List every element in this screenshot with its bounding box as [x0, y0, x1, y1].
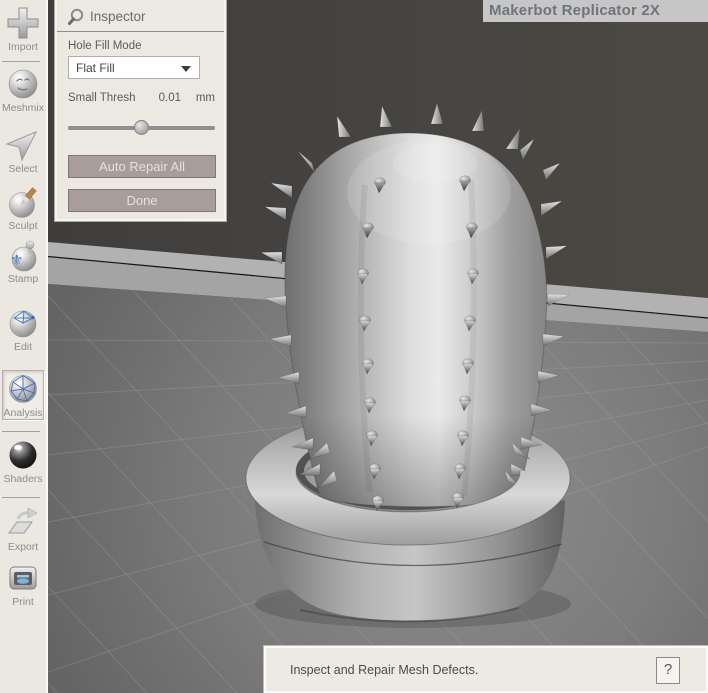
import-plus-icon: [5, 5, 41, 41]
hole-fill-dropdown-value: Flat Fill: [76, 61, 115, 75]
sidebar-item-meshmix[interactable]: Meshmix: [0, 66, 46, 114]
sidebar-item-select[interactable]: Select: [0, 127, 46, 175]
sidebar-item-edit[interactable]: Edit: [0, 305, 46, 353]
sidebar-item-label: Meshmix: [1, 102, 44, 114]
help-button[interactable]: ?: [656, 657, 680, 684]
sidebar-item-label: Print: [12, 596, 34, 608]
small-thresh-slider[interactable]: [68, 120, 215, 136]
status-message: Inspect and Repair Mesh Defects.: [290, 663, 479, 677]
printer-name-label: Makerbot Replicator 2X: [489, 2, 661, 19]
sidebar-item-label: Sculpt: [8, 220, 38, 232]
status-bar: Inspect and Repair Mesh Defects. ?: [264, 646, 708, 693]
stamp-icon: ⚜: [5, 237, 41, 273]
sidebar-item-print[interactable]: Print: [0, 560, 46, 608]
sidebar-divider: [2, 61, 40, 62]
sidebar-item-export[interactable]: Export: [0, 505, 46, 553]
svg-text:⚜: ⚜: [10, 251, 23, 269]
sidebar-item-analysis[interactable]: Analysis: [2, 370, 44, 420]
sidebar-item-label: Select: [8, 163, 38, 175]
small-thresh-value: 0.01: [158, 92, 181, 104]
auto-repair-all-button[interactable]: Auto Repair All: [68, 155, 216, 178]
done-button[interactable]: Done: [68, 189, 216, 212]
sidebar-item-label: Edit: [13, 341, 33, 353]
printer-name-bar: Makerbot Replicator 2X: [483, 0, 708, 22]
sidebar-item-label: Export: [7, 541, 39, 553]
sidebar-item-sculpt[interactable]: Sculpt: [0, 184, 46, 232]
sidebar-item-label: Import: [8, 41, 38, 53]
sidebar-divider: [2, 497, 40, 498]
print-icon: [5, 560, 41, 596]
edit-wireframe-icon: [5, 305, 41, 341]
sidebar-item-import[interactable]: Import: [0, 5, 46, 53]
sidebar-item-stamp[interactable]: ⚜ Stamp: [0, 237, 46, 285]
chevron-down-icon: [181, 66, 191, 72]
shaders-sphere-icon: [5, 437, 41, 473]
small-thresh-unit: mm: [195, 92, 215, 104]
sidebar-item-label: Stamp: [7, 273, 39, 285]
meshmix-sphere-icon: [5, 66, 41, 102]
sidebar-item-label: Shaders: [3, 473, 43, 485]
inspector-title: Inspector: [90, 9, 146, 24]
slider-handle[interactable]: [134, 120, 149, 135]
hole-fill-mode-label: Hole Fill Mode: [68, 40, 142, 52]
sidebar-item-shaders[interactable]: Shaders: [0, 437, 46, 485]
magnifier-icon: [68, 8, 84, 25]
sculpt-brush-icon: [5, 184, 41, 220]
sidebar-divider: [2, 431, 40, 432]
inspector-divider: [57, 31, 224, 32]
small-thresh-label: Small Thresh: [68, 92, 136, 104]
select-arrow-icon: [5, 127, 41, 163]
meshmixer-window: Import Meshmix Select Sculpt ⚜ Stamp Edit Analy…: [0, 0, 708, 693]
export-arrow-icon: [5, 505, 41, 541]
inspector-panel: Inspector Hole Fill Mode Flat Fill Small…: [55, 0, 226, 221]
tool-sidebar: Import Meshmix Select Sculpt ⚜ Stamp Edit Analy…: [0, 0, 48, 693]
sidebar-item-label: Analysis: [3, 407, 43, 419]
hole-fill-dropdown[interactable]: Flat Fill: [68, 56, 200, 79]
analysis-mesh-icon: [5, 371, 41, 407]
